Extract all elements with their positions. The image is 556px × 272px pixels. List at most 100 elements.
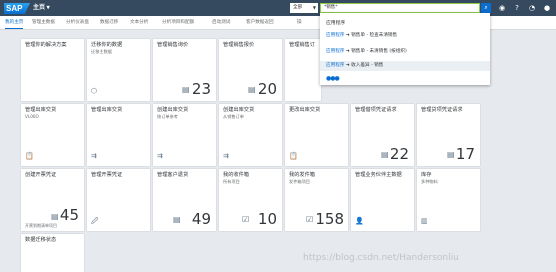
tile-count: 49 [191, 210, 211, 228]
tile-count: 158 [315, 210, 344, 228]
tile-migrate-data[interactable]: 迁移你的数据 迁移主数据 ⬡ [87, 39, 150, 101]
tile-count: 23 [191, 80, 211, 98]
tile-subtitle: 按订单参考 [157, 114, 178, 119]
delivery-icon: ⇉ [157, 152, 163, 160]
tile-subtitle: 多种物料 [421, 179, 438, 184]
tile-title: 创建出库交货 [223, 107, 255, 113]
tab-text-analysis[interactable]: 文本分析 [130, 16, 148, 29]
tile-title: 管理借项凭证请求 [355, 107, 397, 113]
tile-business-partner[interactable]: 管理业务伙伴主数据 👤 [351, 169, 414, 231]
tile-debit-memo-request[interactable]: 管理借项凭证请求 ▤ 22 [351, 104, 414, 166]
tile-title: 管理客户退货 [157, 172, 189, 178]
tab-dashboard[interactable]: 分析仪表盘 [66, 16, 89, 29]
suggestion-item-highlighted[interactable]: 应用程序 ➜ 收入差异 - 销售 [320, 61, 490, 71]
search-scope-select[interactable]: 全部 ▼ [290, 3, 318, 13]
user-icon[interactable]: ◉ [497, 3, 507, 13]
tile-title: 管理贷项凭证请求 [421, 107, 463, 113]
suggestion-item[interactable]: 应用程序 ➜ 销售单 - 检查未清销售 [326, 32, 397, 38]
tile-title: 数据迁移状态 [25, 237, 57, 243]
tile-title: 更改出库交货 [289, 107, 321, 113]
tile-manage-solution[interactable]: 管理你的解决方案 [21, 39, 84, 101]
tile-outbound-delivery-vl06o[interactable]: 管理出库交货 VL06O 📋 [21, 104, 84, 166]
suggestion-item[interactable]: 应用程序 ➜ 销售单 - 未清销售 (按组织) [326, 48, 407, 54]
tile-sales-quotation[interactable]: 管理销售报价 ▤ 20 [219, 39, 282, 101]
tile-subtitle: 迁移主数据 [91, 49, 112, 54]
tile-sales-order[interactable]: 管理销售订 [285, 39, 321, 101]
tile-subtitle: 发件箱项目 [289, 179, 310, 184]
help-icon[interactable]: ? [512, 3, 522, 13]
tab-projects[interactable]: 分析项目和配额 [162, 16, 194, 29]
tab-master-data[interactable]: 管理主数据 [32, 16, 55, 29]
tab-test[interactable]: 启动测试 [212, 16, 230, 29]
tile-subtitle: 从销售订单 [223, 114, 244, 119]
person-icon: 👤 [355, 217, 364, 225]
tile-title: 管理销售订 [289, 42, 315, 48]
search-suggestions: 应用程序 应用程序 ➜ 销售单 - 检查未清销售 应用程序 ➜ 销售单 - 未清… [320, 13, 490, 85]
document-icon: ▤ [173, 215, 181, 224]
tile-count: 20 [257, 80, 277, 98]
notification-icon[interactable]: ◔ [527, 3, 537, 13]
tile-title: 我的发件箱 [289, 172, 315, 178]
document-icon: ▤ [248, 85, 256, 94]
sap-logo: SAP [4, 3, 30, 14]
tile-create-billing[interactable]: 创建开票凭证 ▤ 45 开票到期清单项目 [21, 169, 84, 231]
tile-count: 17 [455, 145, 475, 163]
document-icon: ▤ [381, 150, 389, 159]
watermark: https://blog.csdn.net/Handersonliu [303, 253, 459, 263]
edit-icon: 🖉 [91, 217, 99, 225]
tile-count: 22 [389, 145, 409, 163]
tile-title: 管理销售报价 [223, 42, 255, 48]
tile-title: 管理开票凭证 [91, 172, 123, 178]
tile-title: 管理你的解决方案 [25, 42, 67, 48]
cube-icon: ⬡ [91, 87, 98, 95]
document-icon: ▤ [51, 212, 59, 221]
chevron-down-icon: ▼ [312, 5, 316, 10]
tile-migration-status[interactable]: 数据迁移状态 [21, 234, 84, 272]
search-input[interactable]: *销售* [320, 3, 480, 13]
tile-title: 管理出库交货 [91, 107, 123, 113]
tile-change-delivery[interactable]: 更改出库交货 📋 [285, 104, 348, 166]
tile-my-inbox[interactable]: 我的收件箱 所有项目 ☑ 10 [219, 169, 282, 231]
document-icon: ▤ [182, 85, 190, 94]
tile-title: 创建出库交货 [157, 107, 189, 113]
delivery-icon: ⇉ [223, 152, 229, 160]
delivery-icon: ⇉ [91, 152, 97, 160]
tile-count: 45 [59, 206, 79, 224]
tab-my-home[interactable]: 我的主页 [5, 16, 24, 29]
tile-subtitle: 所有项目 [223, 179, 240, 184]
tile-title: 管理销售询价 [157, 42, 189, 48]
home-menu[interactable]: 主页 ▾ [33, 3, 50, 13]
tab-more[interactable]: 操 [297, 16, 302, 29]
suggestions-header: 应用程序 [326, 21, 346, 26]
tile-title: 管理业务伙伴主数据 [355, 172, 402, 178]
document-icon: ▤ [447, 150, 455, 159]
checkbox-icon: ☑ [242, 215, 250, 224]
tile-footer: 开票到期清单项目 [25, 223, 57, 228]
tile-manage-outbound-delivery[interactable]: 管理出库交货 ⇉ [87, 104, 150, 166]
checkbox-icon: ☑ [306, 215, 314, 224]
tile-my-outbox[interactable]: 我的发件箱 发件箱项目 ☑ 158 [285, 169, 348, 231]
tile-title: 管理出库交货 [25, 107, 57, 113]
tile-sales-inquiry[interactable]: 管理销售询价 ▤ 23 [153, 39, 216, 101]
tile-credit-memo-request[interactable]: 管理贷项凭证请求 ▤ 17 [417, 104, 480, 166]
search-scope-label: 全部 [293, 5, 303, 10]
tile-title: 库存 [421, 172, 432, 178]
clipboard-icon: 📋 [25, 152, 34, 160]
tab-migration[interactable]: 数据迁移 [100, 16, 118, 29]
warehouse-icon: ▥ [421, 217, 428, 225]
tile-stock[interactable]: 库存 多种物料 ▥ [417, 169, 480, 231]
tile-title: 我的收件箱 [223, 172, 249, 178]
more-icon[interactable]: ●●● [326, 76, 340, 82]
tile-manage-billing[interactable]: 管理开票凭证 🖉 [87, 169, 150, 231]
search-icon[interactable]: ⌕ [481, 3, 491, 13]
tile-title: 创建开票凭证 [25, 172, 57, 178]
tile-create-delivery-ref[interactable]: 创建出库交货 按订单参考 ⇉ [153, 104, 216, 166]
tile-title: 迁移你的数据 [91, 42, 123, 48]
tile-subtitle: VL06O [25, 114, 39, 119]
clipboard-icon: 📋 [289, 152, 298, 160]
tile-customer-returns[interactable]: 管理客户退货 ▤ 49 [153, 169, 216, 231]
tile-count: 10 [257, 210, 277, 228]
tab-customer-data[interactable]: 客户数据返回 [246, 16, 274, 29]
tile-create-delivery-order[interactable]: 创建出库交货 从销售订单 ⇉ [219, 104, 282, 166]
avatar[interactable]: ● [542, 3, 552, 13]
